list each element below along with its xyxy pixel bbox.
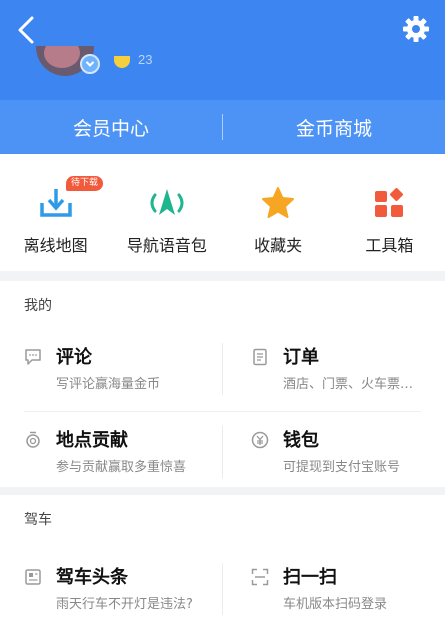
- comment-icon: [25, 349, 41, 365]
- section-title: 驾车: [24, 512, 52, 528]
- section-mine: 我的 评论 写评论赢海量金币 订单 酒店、门票、火车票… 地点贡献 参与贡献赢取…: [0, 281, 445, 487]
- pending-download-badge: 待下载: [66, 176, 104, 191]
- news-icon: [25, 569, 41, 585]
- item-subtitle: 雨天行车不开灯是违法?: [56, 597, 193, 612]
- driving-news-item[interactable]: 驾车头条 雨天行车不开灯是违法?: [0, 553, 222, 622]
- divider: [24, 411, 421, 412]
- tool-label: 工具箱: [365, 236, 414, 255]
- item-subtitle: 酒店、门票、火车票…: [283, 377, 414, 392]
- settings-button[interactable]: [401, 14, 431, 44]
- tool-label: 导航语音包: [126, 236, 207, 255]
- navigation-voice-icon: [147, 184, 187, 222]
- member-center-button[interactable]: 会员中心: [0, 114, 222, 141]
- item-subtitle: 可提现到支付宝账号: [283, 460, 401, 475]
- item-subtitle: 参与贡献赢取多重惊喜: [56, 460, 187, 475]
- item-title: 扫一扫: [283, 567, 337, 588]
- tool-label: 离线地图: [23, 236, 88, 255]
- location-contribution-icon: [26, 431, 40, 448]
- wallet-item[interactable]: 钱包 可提现到支付宝账号: [223, 416, 445, 488]
- item-title: 驾车头条: [56, 567, 128, 588]
- tool-label: 收藏夹: [254, 236, 303, 255]
- tool-toolbox[interactable]: 工具箱: [334, 154, 445, 271]
- coin-mall-button[interactable]: 金币商城: [223, 114, 445, 141]
- comment-item[interactable]: 评论 写评论赢海量金币: [0, 333, 222, 405]
- quick-tools: 待下载 离线地图 导航语音包 收藏夹 工具箱: [0, 154, 445, 271]
- item-title: 钱包: [283, 430, 319, 451]
- section-title: 我的: [24, 298, 52, 314]
- membership-bar: 会员中心 金币商城: [0, 100, 445, 154]
- tool-voice-pack[interactable]: 导航语音包: [111, 154, 222, 271]
- item-subtitle: 车机版本扫码登录: [283, 597, 388, 612]
- location-contribution-item[interactable]: 地点贡献 参与贡献赢取多重惊喜: [0, 416, 222, 488]
- order-icon: [253, 348, 267, 366]
- back-button[interactable]: [12, 14, 40, 46]
- star-icon: [258, 184, 298, 222]
- chevron-left-icon: [18, 16, 34, 44]
- divider: [222, 343, 223, 395]
- tool-favorites[interactable]: 收藏夹: [223, 154, 334, 271]
- coin-count: 23: [138, 52, 153, 67]
- wallet-icon: [251, 431, 269, 449]
- scan-icon: [251, 568, 269, 586]
- item-title: 订单: [283, 347, 319, 368]
- toolbox-icon: [369, 184, 409, 222]
- scan-item[interactable]: 扫一扫 车机版本扫码登录: [223, 553, 445, 622]
- profile-page: 23 会员中心 金币商城 待下载 离线地图 导航语音包 收藏夹 工具箱 我的 评…: [0, 0, 445, 622]
- item-title: 评论: [56, 347, 92, 368]
- tool-offline-map[interactable]: 待下载 离线地图: [0, 154, 111, 271]
- profile-header: 23: [0, 0, 445, 100]
- item-subtitle: 写评论赢海量金币: [56, 377, 161, 392]
- item-title: 地点贡献: [56, 430, 128, 451]
- section-driving: 驾车 驾车头条 雨天行车不开灯是违法? 扫一扫 车机版本扫码登录: [0, 495, 445, 622]
- order-item[interactable]: 订单 酒店、门票、火车票…: [223, 333, 445, 405]
- coin-icon: [114, 56, 130, 68]
- gear-icon: [403, 16, 429, 42]
- verified-badge-icon: [80, 54, 100, 74]
- divider: [222, 426, 223, 478]
- divider: [222, 563, 223, 615]
